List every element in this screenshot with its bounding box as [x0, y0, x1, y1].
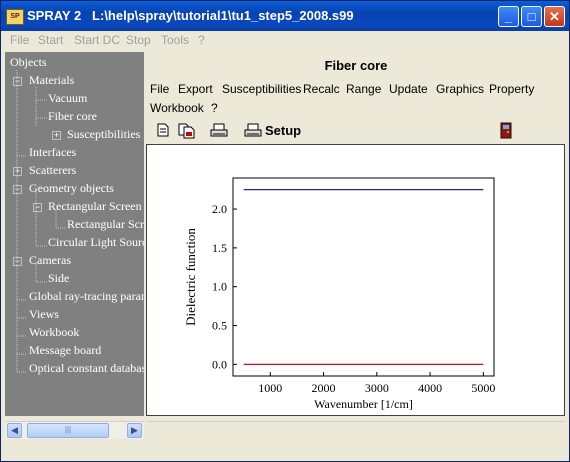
x-tick-label: 1000: [258, 381, 282, 395]
app-icon[interactable]: SP: [6, 9, 24, 25]
dielectric-chart: 1000 2000 3000 4000 5000 0.0 0.5 1.0 1.5 2.0 Waven…: [183, 177, 495, 411]
panel-menu-recalc[interactable]: Recalc: [303, 82, 340, 96]
title-bar[interactable]: SP SPRAY 2 L:\help\spray\tutorial1\tu1_s…: [1, 1, 569, 31]
menu-file[interactable]: File: [10, 33, 29, 47]
menu-stop[interactable]: Stop: [126, 33, 151, 47]
panel-toolbar: Setup: [147, 119, 565, 143]
object-tree[interactable]: Objects − Materials Vacuum Fiber core + …: [5, 52, 144, 416]
menu-start[interactable]: Start: [38, 33, 63, 47]
panel-menu-range[interactable]: Range: [346, 82, 381, 96]
y-tick-label: 0.0: [212, 357, 227, 371]
panel-menu-susceptibilities[interactable]: Susceptibilities: [222, 82, 301, 96]
x-tick-label: 4000: [418, 381, 442, 395]
maximize-button[interactable]: □: [521, 6, 542, 27]
menu-tools[interactable]: Tools: [161, 33, 189, 47]
panel-status-bar: [147, 421, 565, 439]
main-menubar: File Start Start DC Stop Tools ?: [1, 31, 569, 50]
panel-menubar: File Export Susceptibilities Recalc Rang…: [147, 78, 565, 118]
panel-menu-graphics[interactable]: Graphics: [436, 82, 484, 96]
scroll-right-icon[interactable]: ▶: [127, 423, 142, 438]
copy-document-icon[interactable]: [178, 123, 196, 139]
setup-button[interactable]: Setup: [265, 123, 301, 138]
panel-menu-help[interactable]: ?: [211, 101, 218, 115]
panel-menu-property[interactable]: Property: [489, 82, 534, 96]
panel-title: Fiber core: [147, 54, 565, 77]
tree-horizontal-scrollbar[interactable]: ◀ ||| ▶: [5, 421, 144, 439]
panel-menu-export[interactable]: Export: [178, 82, 213, 96]
x-tick-label: 5000: [471, 381, 495, 395]
app-name: SPRAY 2: [27, 8, 82, 23]
scrollbar-thumb[interactable]: |||: [27, 423, 109, 438]
plot-frame: [232, 177, 495, 377]
new-document-icon[interactable]: [157, 123, 169, 137]
exit-door-icon[interactable]: [500, 122, 512, 139]
file-path: L:\help\spray\tutorial1\tu1_step5_2008.s…: [92, 8, 354, 23]
y-tick-label: 2.0: [212, 202, 227, 216]
window-title: SPRAY 2 L:\help\spray\tutorial1\tu1_step…: [27, 8, 354, 23]
x-tick-label: 3000: [365, 381, 389, 395]
print-icon[interactable]: [210, 123, 228, 138]
menu-help[interactable]: ?: [198, 33, 205, 47]
panel-menu-file[interactable]: File: [150, 82, 169, 96]
y-axis-label: Dielectric function: [183, 228, 198, 326]
x-tick-label: 2000: [312, 381, 336, 395]
x-axis-label: Wavenumber [1/cm]: [314, 397, 413, 411]
plot-area[interactable]: 1000 2000 3000 4000 5000 0.0 0.5 1.0 1.5 2.0 Waven…: [146, 144, 565, 416]
main-status-bar: [1, 441, 569, 461]
tree-connector-lines: [16, 70, 66, 373]
panel-menu-workbook[interactable]: Workbook: [150, 101, 204, 115]
panel-menu-update[interactable]: Update: [389, 82, 428, 96]
print-setup-icon[interactable]: [244, 123, 262, 138]
scroll-left-icon[interactable]: ◀: [7, 423, 22, 438]
minimize-button[interactable]: _: [498, 6, 519, 27]
y-tick-label: 0.5: [212, 319, 227, 333]
y-tick-label: 1.5: [212, 241, 227, 255]
y-tick-label: 1.0: [212, 280, 227, 294]
app-window: SP SPRAY 2 L:\help\spray\tutorial1\tu1_s…: [0, 0, 570, 462]
menu-start-dc[interactable]: Start DC: [74, 33, 120, 47]
close-button[interactable]: ✕: [544, 6, 565, 27]
